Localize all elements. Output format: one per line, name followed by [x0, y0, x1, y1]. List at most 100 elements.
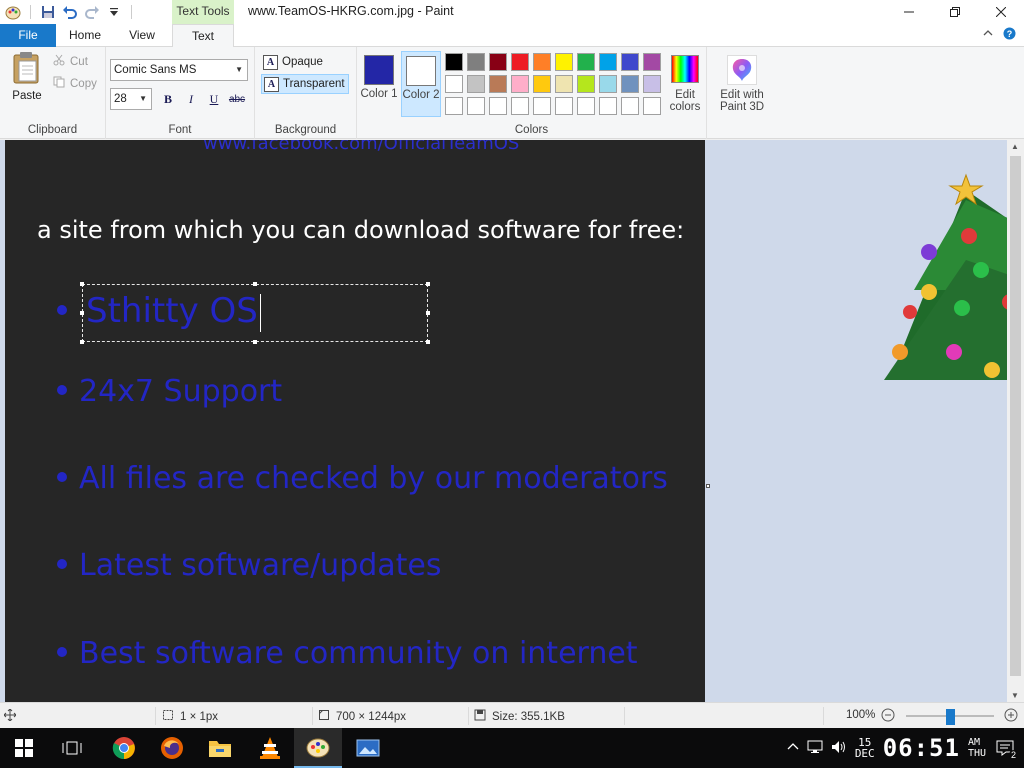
palette-color-swatch[interactable]: [511, 97, 529, 115]
palette-color-swatch[interactable]: [599, 53, 617, 71]
palette-color-swatch[interactable]: [555, 75, 573, 93]
chevron-up-icon[interactable]: [787, 741, 799, 756]
zoom-slider-thumb[interactable]: [946, 709, 955, 725]
palette-color-swatch[interactable]: [489, 75, 507, 93]
save-icon[interactable]: [39, 3, 57, 21]
volume-icon[interactable]: [831, 740, 847, 757]
zoom-in-button[interactable]: [1004, 708, 1018, 722]
photos-taskbar-button[interactable]: [344, 728, 392, 768]
palette-color-swatch[interactable]: [643, 53, 661, 71]
palette-color-swatch[interactable]: [489, 97, 507, 115]
canvas-bullet: 24x7 Support: [57, 374, 282, 409]
copy-icon: [53, 76, 65, 91]
resize-handle[interactable]: [80, 340, 84, 344]
resize-handle[interactable]: [426, 282, 430, 286]
paint-icon: [306, 738, 330, 758]
color-1-button[interactable]: Color 1: [359, 51, 399, 117]
undo-icon[interactable]: [61, 3, 79, 21]
font-family-select[interactable]: Comic Sans MS ▼: [110, 59, 248, 81]
palette-color-swatch[interactable]: [577, 75, 595, 93]
underline-button[interactable]: U: [204, 89, 224, 109]
bold-button[interactable]: B: [158, 89, 178, 109]
image-canvas[interactable]: www.facebook.com/OfficialTeamOS a site f…: [5, 140, 705, 702]
resize-handle[interactable]: [253, 282, 257, 286]
redo-icon[interactable]: [83, 3, 101, 21]
photos-icon: [356, 739, 380, 757]
tab-file[interactable]: File: [0, 24, 56, 47]
palette-color-swatch[interactable]: [489, 53, 507, 71]
palette-color-swatch[interactable]: [511, 75, 529, 93]
transparent-button[interactable]: A Transparent: [261, 74, 349, 94]
palette-color-swatch[interactable]: [555, 53, 573, 71]
scroll-thumb[interactable]: [1010, 156, 1021, 676]
palette-color-swatch[interactable]: [555, 97, 573, 115]
canvas-resize-handle[interactable]: [706, 484, 710, 488]
palette-color-swatch[interactable]: [621, 53, 639, 71]
palette-color-swatch[interactable]: [445, 97, 463, 115]
resize-handle[interactable]: [426, 340, 430, 344]
vertical-scrollbar[interactable]: ▲ ▼: [1007, 140, 1024, 702]
customize-qat-icon[interactable]: [105, 3, 123, 21]
scroll-down-icon[interactable]: ▼: [1011, 691, 1019, 700]
palette-color-swatch[interactable]: [599, 97, 617, 115]
task-view-button[interactable]: [48, 728, 96, 768]
palette-color-swatch[interactable]: [577, 97, 595, 115]
palette-color-swatch[interactable]: [599, 75, 617, 93]
palette-color-swatch[interactable]: [643, 75, 661, 93]
palette-color-swatch[interactable]: [533, 53, 551, 71]
tab-home[interactable]: Home: [58, 24, 112, 47]
edit-with-paint3d-button[interactable]: Edit with Paint 3D: [713, 53, 771, 113]
network-icon[interactable]: [807, 740, 823, 757]
start-button[interactable]: [0, 728, 48, 768]
opaque-button[interactable]: A Opaque: [261, 52, 349, 72]
palette-color-swatch[interactable]: [643, 97, 661, 115]
palette-color-swatch[interactable]: [445, 75, 463, 93]
palette-color-swatch[interactable]: [467, 75, 485, 93]
minimize-button[interactable]: [886, 0, 932, 24]
close-button[interactable]: [978, 0, 1024, 24]
vlc-taskbar-button[interactable]: [246, 728, 294, 768]
canvas-bullet-editing: [57, 294, 79, 329]
palette-color-swatch[interactable]: [621, 97, 639, 115]
scroll-up-icon[interactable]: ▲: [1011, 142, 1019, 151]
paint-taskbar-button[interactable]: [294, 728, 342, 768]
selection-icon: [162, 709, 174, 724]
text-edit-content[interactable]: Sthitty OS: [86, 291, 261, 332]
palette-color-swatch[interactable]: [511, 53, 529, 71]
paste-button[interactable]: Paste: [6, 51, 48, 102]
tab-view[interactable]: View: [114, 24, 170, 47]
resize-handle[interactable]: [426, 311, 430, 315]
resize-handle[interactable]: [80, 282, 84, 286]
tab-text[interactable]: Text: [172, 24, 234, 48]
palette-color-swatch[interactable]: [445, 53, 463, 71]
cut-button[interactable]: Cut: [53, 54, 88, 69]
palette-color-swatch[interactable]: [533, 75, 551, 93]
italic-button[interactable]: I: [181, 89, 201, 109]
edit-colors-button[interactable]: Edit colors: [665, 53, 705, 113]
strikethrough-button[interactable]: abc: [227, 89, 247, 109]
collapse-ribbon-icon[interactable]: [983, 27, 993, 43]
zoom-out-button[interactable]: [881, 708, 895, 722]
vlc-icon: [260, 737, 280, 759]
palette-color-swatch[interactable]: [533, 97, 551, 115]
palette-color-swatch[interactable]: [577, 53, 595, 71]
palette-color-swatch[interactable]: [467, 97, 485, 115]
resize-handle[interactable]: [80, 311, 84, 315]
background-group: A Opaque A Transparent Background: [255, 47, 357, 139]
resize-handle[interactable]: [253, 340, 257, 344]
font-size-select[interactable]: 28 ▼: [110, 88, 152, 110]
palette-color-swatch[interactable]: [621, 75, 639, 93]
text-edit-box[interactable]: Sthitty OS: [80, 282, 430, 344]
help-icon[interactable]: ?: [1003, 27, 1016, 43]
taskbar-clock[interactable]: 06:51: [883, 734, 960, 762]
color-2-button[interactable]: Color 2: [401, 51, 441, 117]
paint-app-icon[interactable]: [4, 3, 22, 21]
copy-button[interactable]: Copy: [53, 76, 97, 91]
firefox-taskbar-button[interactable]: [148, 728, 196, 768]
action-center-button[interactable]: 2: [994, 738, 1018, 760]
palette-color-swatch[interactable]: [467, 53, 485, 71]
taskbar-date[interactable]: 15 DEC: [855, 737, 875, 759]
restore-button[interactable]: [932, 0, 978, 24]
file-explorer-taskbar-button[interactable]: [196, 728, 244, 768]
chrome-taskbar-button[interactable]: [100, 728, 148, 768]
